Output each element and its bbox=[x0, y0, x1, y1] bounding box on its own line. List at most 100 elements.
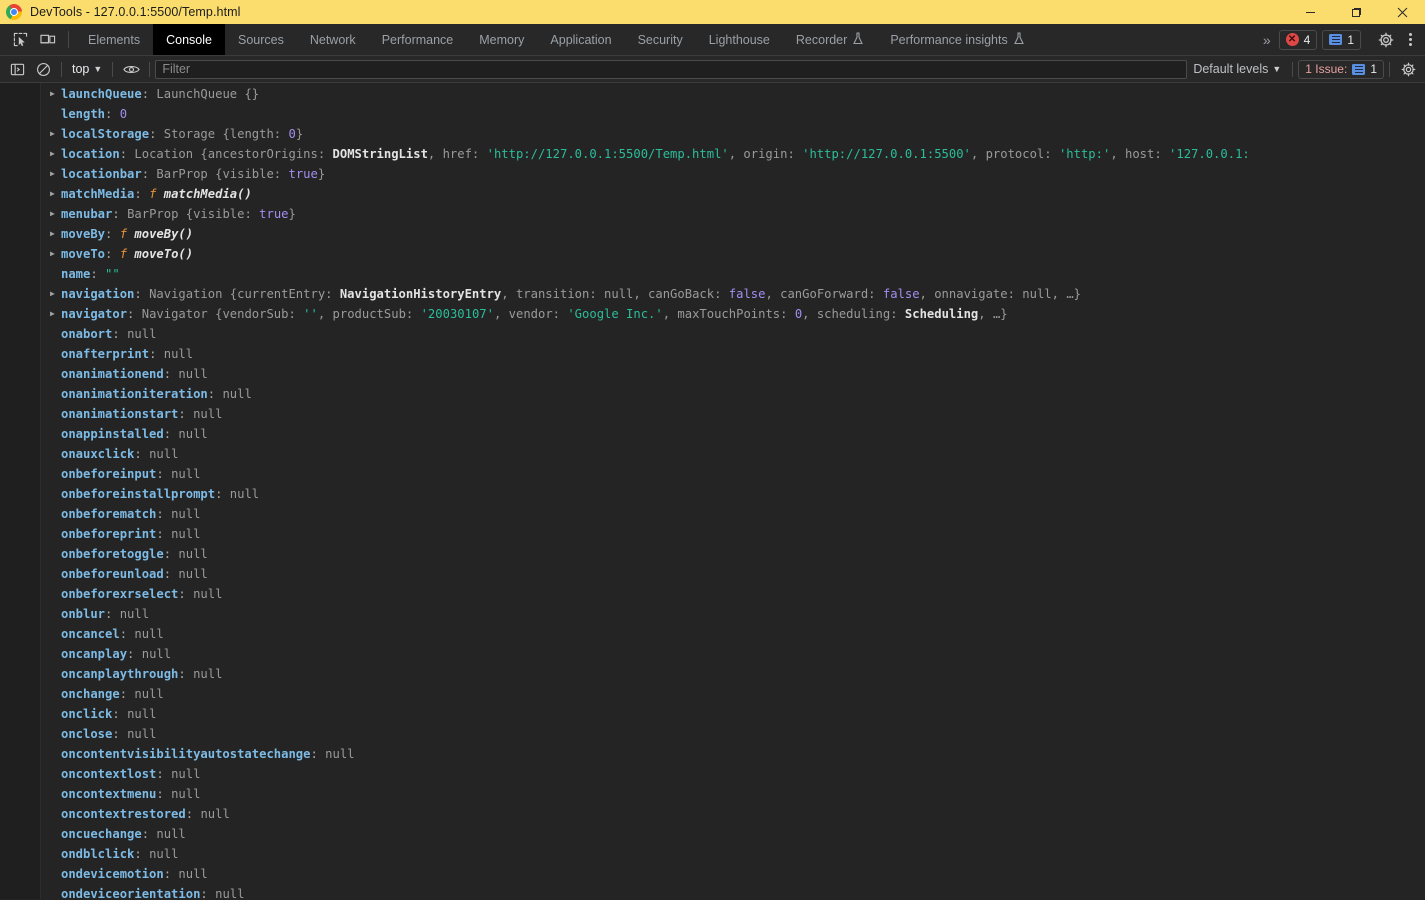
console-property-row[interactable]: onauxclick: null bbox=[41, 444, 1425, 464]
console-property-row[interactable]: ▶ matchMedia: f matchMedia() bbox=[41, 184, 1425, 204]
console-property-row[interactable]: name: "" bbox=[41, 264, 1425, 284]
console-property-row[interactable]: onchange: null bbox=[41, 684, 1425, 704]
more-options-icon[interactable] bbox=[1399, 33, 1421, 46]
console-property-row[interactable]: onclick: null bbox=[41, 704, 1425, 724]
expand-triangle-icon[interactable]: ▶ bbox=[48, 224, 61, 244]
property-text-segment: onbeforeprint bbox=[61, 527, 157, 541]
console-property-row[interactable]: oncanplaythrough: null bbox=[41, 664, 1425, 684]
console-property-row[interactable]: ondevicemotion: null bbox=[41, 864, 1425, 884]
tab-sources[interactable]: Sources bbox=[225, 24, 297, 55]
console-property-row[interactable]: oncontentvisibilityautostatechange: null bbox=[41, 744, 1425, 764]
expand-triangle-icon[interactable]: ▶ bbox=[48, 304, 61, 324]
device-toolbar-icon[interactable] bbox=[34, 24, 62, 55]
console-property-row[interactable]: ondblclick: null bbox=[41, 844, 1425, 864]
expand-triangle-icon[interactable]: ▶ bbox=[48, 244, 61, 264]
clear-console-icon[interactable] bbox=[30, 58, 56, 80]
console-property-row[interactable]: onbeforeprint: null bbox=[41, 524, 1425, 544]
tab-list: Elements Console Sources Network Performance… bbox=[75, 24, 1038, 55]
property-text-segment: null bbox=[119, 607, 150, 621]
property-text-segment: onchange bbox=[61, 687, 120, 701]
execution-context-label: top bbox=[72, 62, 90, 76]
message-count-badge[interactable]: 1 bbox=[1322, 29, 1361, 50]
console-property-row[interactable]: onbeforexrselect: null bbox=[41, 584, 1425, 604]
issues-button[interactable]: 1 Issue: 1 bbox=[1298, 59, 1384, 79]
property-text-segment: onabort bbox=[61, 327, 113, 341]
property-text-segment: 'http://127.0.0.1:5500/Temp.html' bbox=[486, 147, 729, 161]
console-property-row[interactable]: ▶ localStorage: Storage {length: 0} bbox=[41, 124, 1425, 144]
object-property-list[interactable]: ▶ launchQueue: LaunchQueue {} length: 0 ▶ lo… bbox=[41, 83, 1425, 899]
console-property-row[interactable]: ▶ launchQueue: LaunchQueue {} bbox=[41, 84, 1425, 104]
console-sidebar-icon[interactable] bbox=[4, 58, 30, 80]
tab-security[interactable]: Security bbox=[625, 24, 696, 55]
tab-performance[interactable]: Performance bbox=[369, 24, 467, 55]
console-property-row[interactable]: onanimationiteration: null bbox=[41, 384, 1425, 404]
tab-recorder[interactable]: Recorder bbox=[783, 24, 877, 55]
console-property-row[interactable]: oncontextlost: null bbox=[41, 764, 1425, 784]
console-property-row[interactable]: onappinstalled: null bbox=[41, 424, 1425, 444]
settings-gear-icon[interactable] bbox=[1373, 32, 1399, 48]
expand-triangle-icon[interactable]: ▶ bbox=[48, 184, 61, 204]
expand-triangle-icon[interactable]: ▶ bbox=[48, 124, 61, 144]
console-toolbar: top ▼ Default levels ▼ 1 Issue: 1 bbox=[0, 56, 1425, 83]
execution-context-selector[interactable]: top ▼ bbox=[67, 62, 107, 76]
expand-triangle-icon[interactable]: ▶ bbox=[48, 284, 61, 304]
property-text-segment: : bbox=[105, 607, 120, 621]
console-property-row[interactable]: oncuechange: null bbox=[41, 824, 1425, 844]
tab-network[interactable]: Network bbox=[297, 24, 369, 55]
expand-triangle-icon[interactable]: ▶ bbox=[48, 144, 61, 164]
minimize-button[interactable] bbox=[1287, 0, 1333, 24]
tab-performance-insights[interactable]: Performance insights bbox=[877, 24, 1037, 55]
console-property-row[interactable]: onafterprint: null bbox=[41, 344, 1425, 364]
console-property-row[interactable]: length: 0 bbox=[41, 104, 1425, 124]
console-property-row[interactable]: onbeforeinstallprompt: null bbox=[41, 484, 1425, 504]
console-property-row[interactable]: onbeforetoggle: null bbox=[41, 544, 1425, 564]
console-property-row[interactable]: oncontextmenu: null bbox=[41, 784, 1425, 804]
property-text-segment: f bbox=[149, 187, 164, 201]
console-property-row[interactable]: onbeforeinput: null bbox=[41, 464, 1425, 484]
property-text-segment: null bbox=[127, 327, 157, 341]
property-text-segment: : bbox=[112, 327, 128, 341]
filter-input[interactable] bbox=[155, 59, 1188, 79]
error-count-badge[interactable]: ✕ 4 bbox=[1278, 29, 1318, 50]
live-expression-eye-icon[interactable] bbox=[118, 58, 144, 80]
expand-triangle-icon[interactable]: ▶ bbox=[48, 204, 61, 224]
inspect-element-icon[interactable] bbox=[6, 24, 34, 55]
console-property-row[interactable]: onbeforematch: null bbox=[41, 504, 1425, 524]
console-property-row[interactable]: ▶ navigation: Navigation {currentEntry: N… bbox=[41, 284, 1425, 304]
property-text-segment: moveTo bbox=[61, 247, 106, 261]
tab-console[interactable]: Console bbox=[153, 24, 225, 55]
console-property-row[interactable]: oncancel: null bbox=[41, 624, 1425, 644]
tab-memory[interactable]: Memory bbox=[466, 24, 537, 55]
console-settings-gear-icon[interactable] bbox=[1395, 58, 1421, 80]
expand-triangle-icon[interactable]: ▶ bbox=[48, 84, 61, 104]
console-output-panel[interactable]: ▶ launchQueue: LaunchQueue {} length: 0 ▶ lo… bbox=[0, 83, 1425, 899]
console-property-row[interactable]: onbeforeunload: null bbox=[41, 564, 1425, 584]
more-tabs-button[interactable]: » bbox=[1255, 32, 1279, 48]
tab-elements[interactable]: Elements bbox=[75, 24, 153, 55]
log-levels-selector[interactable]: Default levels ▼ bbox=[1187, 62, 1287, 76]
expand-triangle-icon[interactable]: ▶ bbox=[48, 164, 61, 184]
console-property-row[interactable]: oncanplay: null bbox=[41, 644, 1425, 664]
console-property-row[interactable]: onabort: null bbox=[41, 324, 1425, 344]
tab-application[interactable]: Application bbox=[537, 24, 624, 55]
console-property-row[interactable]: ▶ moveBy: f moveBy() bbox=[41, 224, 1425, 244]
property-text-segment: BarProp {visible: bbox=[156, 167, 289, 181]
console-property-row[interactable]: onanimationend: null bbox=[41, 364, 1425, 384]
close-button[interactable] bbox=[1379, 0, 1425, 24]
toolbar-divider bbox=[1389, 61, 1390, 77]
maximize-button[interactable] bbox=[1333, 0, 1379, 24]
console-property-row[interactable]: ▶ menubar: BarProp {visible: true} bbox=[41, 204, 1425, 224]
console-property-row[interactable]: ▶ moveTo: f moveTo() bbox=[41, 244, 1425, 264]
property-text-segment: 0 bbox=[794, 307, 803, 321]
console-property-row[interactable]: oncontextrestored: null bbox=[41, 804, 1425, 824]
tab-lighthouse[interactable]: Lighthouse bbox=[696, 24, 783, 55]
console-property-row[interactable]: ▶ location: Location {ancestorOrigins: DO… bbox=[41, 144, 1425, 164]
console-property-row[interactable]: ondeviceorientation: null bbox=[41, 884, 1425, 899]
console-property-row[interactable]: onblur: null bbox=[41, 604, 1425, 624]
console-property-row[interactable]: onanimationstart: null bbox=[41, 404, 1425, 424]
console-property-row[interactable]: ▶ navigator: Navigator {vendorSub: '', pr… bbox=[41, 304, 1425, 324]
property-text-segment: oncuechange bbox=[61, 827, 142, 841]
console-property-row[interactable]: ▶ locationbar: BarProp {visible: true} bbox=[41, 164, 1425, 184]
property-text-segment: : bbox=[156, 767, 172, 781]
console-property-row[interactable]: onclose: null bbox=[41, 724, 1425, 744]
